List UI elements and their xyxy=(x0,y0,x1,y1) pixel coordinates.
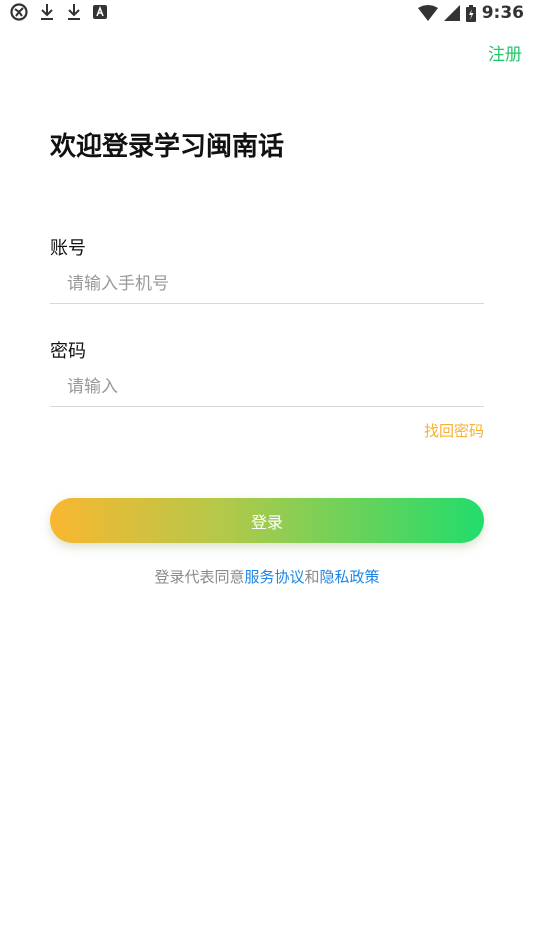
signal-icon xyxy=(443,5,460,21)
wifi-icon xyxy=(417,5,438,21)
privacy-policy-link[interactable]: 隐私政策 xyxy=(320,568,380,586)
app-a-icon xyxy=(93,5,107,19)
download-icon xyxy=(66,3,82,21)
account-label: 账号 xyxy=(50,238,86,259)
register-link[interactable]: 注册 xyxy=(488,40,522,65)
battery-charging-icon xyxy=(465,4,476,22)
status-left-icons xyxy=(10,3,107,21)
agreement-joiner: 和 xyxy=(304,568,320,586)
service-agreement-link[interactable]: 服务协议 xyxy=(244,568,304,586)
status-time: 9:36 xyxy=(481,3,524,23)
password-input[interactable] xyxy=(50,367,484,407)
account-input[interactable] xyxy=(50,264,484,304)
agreement-text: 登录代表同意服务协议和隐私政策 xyxy=(0,566,534,587)
download-icon xyxy=(39,3,55,21)
password-label: 密码 xyxy=(50,341,86,362)
status-bar: 9:36 xyxy=(0,0,534,28)
status-right-icons: 9:36 xyxy=(417,3,524,23)
forgot-password-link[interactable]: 找回密码 xyxy=(424,420,484,441)
agreement-prefix: 登录代表同意 xyxy=(154,568,245,586)
login-button[interactable]: 登录 xyxy=(50,498,484,543)
login-screen: 9:36 注册 欢迎登录学习闽南话 账号 密码 找回密码 登录 登录代表同意服务… xyxy=(0,0,534,950)
vpn-icon xyxy=(10,3,28,21)
page-title: 欢迎登录学习闽南话 xyxy=(50,132,285,162)
